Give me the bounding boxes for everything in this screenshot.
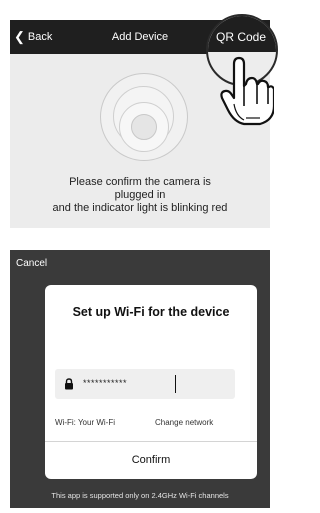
lock-icon	[65, 378, 73, 390]
qr-code-label: QR Code	[216, 30, 267, 44]
camera-lens	[131, 114, 157, 140]
instructions-line-2: plugged in	[114, 189, 166, 201]
instructions-line-3: and the indicator light is blinking red	[52, 202, 228, 214]
dialog-title: Set up Wi-Fi for the device	[72, 305, 230, 319]
pointing-hand-icon	[220, 56, 274, 126]
cancel-button[interactable]: Cancel	[16, 258, 47, 269]
camera-lens-housing	[119, 102, 169, 152]
password-value: ***********	[83, 378, 128, 388]
wifi-password-input[interactable]: ***********	[55, 369, 235, 399]
current-wifi-label: Wi-Fi: Your Wi-Fi	[55, 418, 115, 427]
add-device-screen: ❮ Back Add Device QR Code Please confirm…	[10, 14, 278, 228]
instructions-line-1: Please confirm the camera is	[69, 176, 211, 188]
confirm-button[interactable]: Confirm	[45, 442, 257, 479]
wifi-dialog: Set up Wi-Fi for the device *********** …	[45, 285, 257, 479]
change-network-link[interactable]: Change network	[155, 418, 213, 427]
text-cursor	[175, 375, 176, 393]
camera-icon	[100, 73, 188, 161]
wifi-setup-screen: Cancel Set up Wi-Fi for the device *****…	[10, 250, 270, 508]
instructions-text: Please confirm the camera is plugged in …	[10, 176, 270, 215]
footer-note: This app is supported only on 2.4GHz Wi-…	[51, 491, 229, 500]
